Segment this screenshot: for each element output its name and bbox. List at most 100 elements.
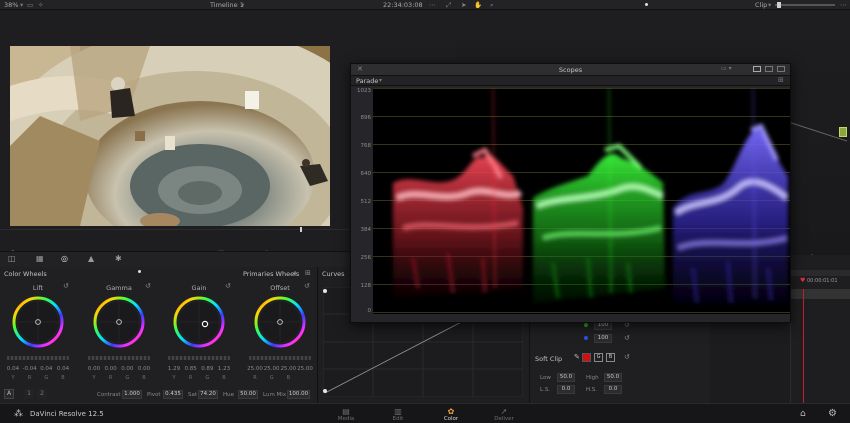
offset-b-label: B [286,375,291,381]
timeline-dropdown-icon[interactable]: ▾ [241,1,244,9]
clip-slider[interactable] [775,4,835,6]
blue-reset-icon[interactable]: ↺ [624,334,630,342]
clip-dropdown-icon[interactable]: ▾ [768,1,771,9]
page-a-button[interactable]: A [4,389,14,399]
zoom-level[interactable]: 38% [4,1,18,9]
lum-mix-field[interactable]: 100.00 [287,390,310,399]
mode-dropdown-icon[interactable]: ▾ [293,270,297,278]
nav-tab-deliver[interactable]: ➚ Deliver [484,407,524,422]
camera-raw-icon[interactable]: ◫ [8,254,16,263]
gain-r-value[interactable]: 0.85 [183,366,199,372]
keyframe-ruler[interactable] [791,270,850,276]
gamma-g-label: G [125,375,130,381]
gain-b-value[interactable]: 1.23 [216,366,232,372]
timeline-name[interactable]: Timeline 1 [210,1,244,9]
lift-b-value[interactable]: 0.04 [55,366,71,372]
offset-reset-icon[interactable]: ↺ [304,282,310,290]
more-icon[interactable]: ⋯ [840,1,847,9]
scopes-window[interactable]: ✕ Scopes ▭ ▾ Parade ▾ ⊞ 1023 896 768 640… [350,63,791,323]
quad-layout-icon[interactable] [777,66,785,72]
clip-color-swatch[interactable] [582,353,591,362]
clip-blue-button[interactable]: B [606,353,615,362]
gamma-y-value[interactable]: 0.00 [86,366,102,372]
gamma-master-slider[interactable] [88,356,150,360]
offset-g-value[interactable]: 25.00 [264,366,280,372]
page-1-button[interactable]: 1 [24,389,34,399]
viewer-mode-icon[interactable]: ▭ [27,1,33,9]
gamma-r-value[interactable]: 0.00 [103,366,119,372]
gamma-r-label: R [108,375,113,381]
low-field[interactable]: 50.0 [557,373,575,382]
offset-master-slider[interactable] [249,356,311,360]
gain-y-value[interactable]: 1.29 [166,366,182,372]
eyedropper-icon[interactable]: ✎ [574,353,580,361]
color-wheels-icon[interactable]: ◎ [61,254,68,263]
blue-value-field[interactable]: 100 [594,334,612,343]
scrubber-playhead[interactable] [300,227,302,232]
pivot-label: Pivot [147,392,161,398]
sat-label: Sat [188,392,198,398]
soft-clip-reset-icon[interactable]: ↺ [624,353,630,361]
scope-mode-select[interactable]: Parade [356,77,378,85]
nav-tab-color[interactable]: ✿ Color [431,407,471,422]
gain-wheel[interactable] [169,292,229,352]
lift-y-value[interactable]: 0.04 [5,366,21,372]
color-match-icon[interactable]: ▦ [36,254,44,263]
highlight-icon[interactable]: ✧ [38,1,43,9]
offset-r-value[interactable]: 25.00 [247,366,263,372]
settings-gear-icon[interactable]: ⚙ [828,408,837,419]
hand-icon[interactable]: ✋ [474,1,482,9]
parade-scope[interactable] [373,88,790,314]
nav-tab-edit[interactable]: ▥ Edit [378,407,418,422]
lift-r-value[interactable]: -0.04 [22,366,38,372]
keyframe-track[interactable] [791,289,850,299]
ls-field[interactable]: 0.0 [557,385,575,394]
gain-master-slider[interactable] [168,356,230,360]
lift-wheel[interactable] [8,292,68,352]
contrast-field[interactable]: 1.000 [122,390,142,399]
offset-r-label: R [253,375,257,381]
nav-tab-media[interactable]: ▤ Media [326,407,366,422]
high-field[interactable]: 50.0 [604,373,622,382]
gamma-g-value[interactable]: 0.00 [119,366,135,372]
ls-label: L.S. [540,387,551,393]
gamma-reset-icon[interactable]: ↺ [145,282,151,290]
page-2-button[interactable]: 2 [37,389,47,399]
single-layout-icon[interactable] [753,66,761,72]
gamma-b-value[interactable]: 0.00 [136,366,152,372]
node-output[interactable] [839,127,847,137]
gamma-wheel[interactable] [89,292,149,352]
keyframe-timecode: 00:00:01:01 [807,278,838,284]
scope-settings-icon[interactable]: ⊞ [778,76,784,84]
dual-layout-icon[interactable] [765,66,773,72]
hs-field[interactable]: 0.0 [604,385,622,394]
video-frame[interactable] [10,46,330,226]
clip-green-button[interactable]: G [594,353,603,362]
zoom-icon[interactable]: ⌕ [490,1,494,10]
gain-reset-icon[interactable]: ↺ [225,282,231,290]
scope-options-dropdown[interactable]: ▭ ▾ [721,65,732,72]
lift-g-value[interactable]: 0.04 [38,366,54,372]
pivot-field[interactable]: 0.435 [163,390,183,399]
wheels-options-icon[interactable]: ⊞ [305,269,311,277]
options-icon[interactable]: ⋯ [429,1,436,9]
motion-effects-icon[interactable]: ✱ [115,254,122,263]
fullscreen-icon[interactable]: ⤢ [446,1,451,10]
sat-field[interactable]: 74.20 [198,390,218,399]
playhead-marker-icon[interactable]: ♥ [800,277,805,284]
clip-slider-handle[interactable] [777,2,781,8]
rgb-mixer-icon[interactable]: ▲ [88,254,94,263]
offset-wheel[interactable] [250,292,310,352]
lift-reset-icon[interactable]: ↺ [63,282,69,290]
wheels-mode-select[interactable]: Primaries Wheels [243,270,299,278]
scopes-titlebar[interactable]: ✕ Scopes ▭ ▾ [351,64,790,76]
offset-b-value[interactable]: 25.00 [280,366,296,372]
zoom-dropdown-icon[interactable]: ▾ [20,1,23,9]
home-icon[interactable]: ⌂ [800,409,806,419]
pointer-icon[interactable]: ➤ [461,1,466,9]
scope-mode-dropdown-icon[interactable]: ▾ [379,77,382,84]
gain-g-value[interactable]: 0.89 [199,366,215,372]
lift-master-slider[interactable] [7,356,69,360]
timecode-display: 22:34:03:08 [383,1,423,9]
hue-field[interactable]: 50.00 [238,390,258,399]
